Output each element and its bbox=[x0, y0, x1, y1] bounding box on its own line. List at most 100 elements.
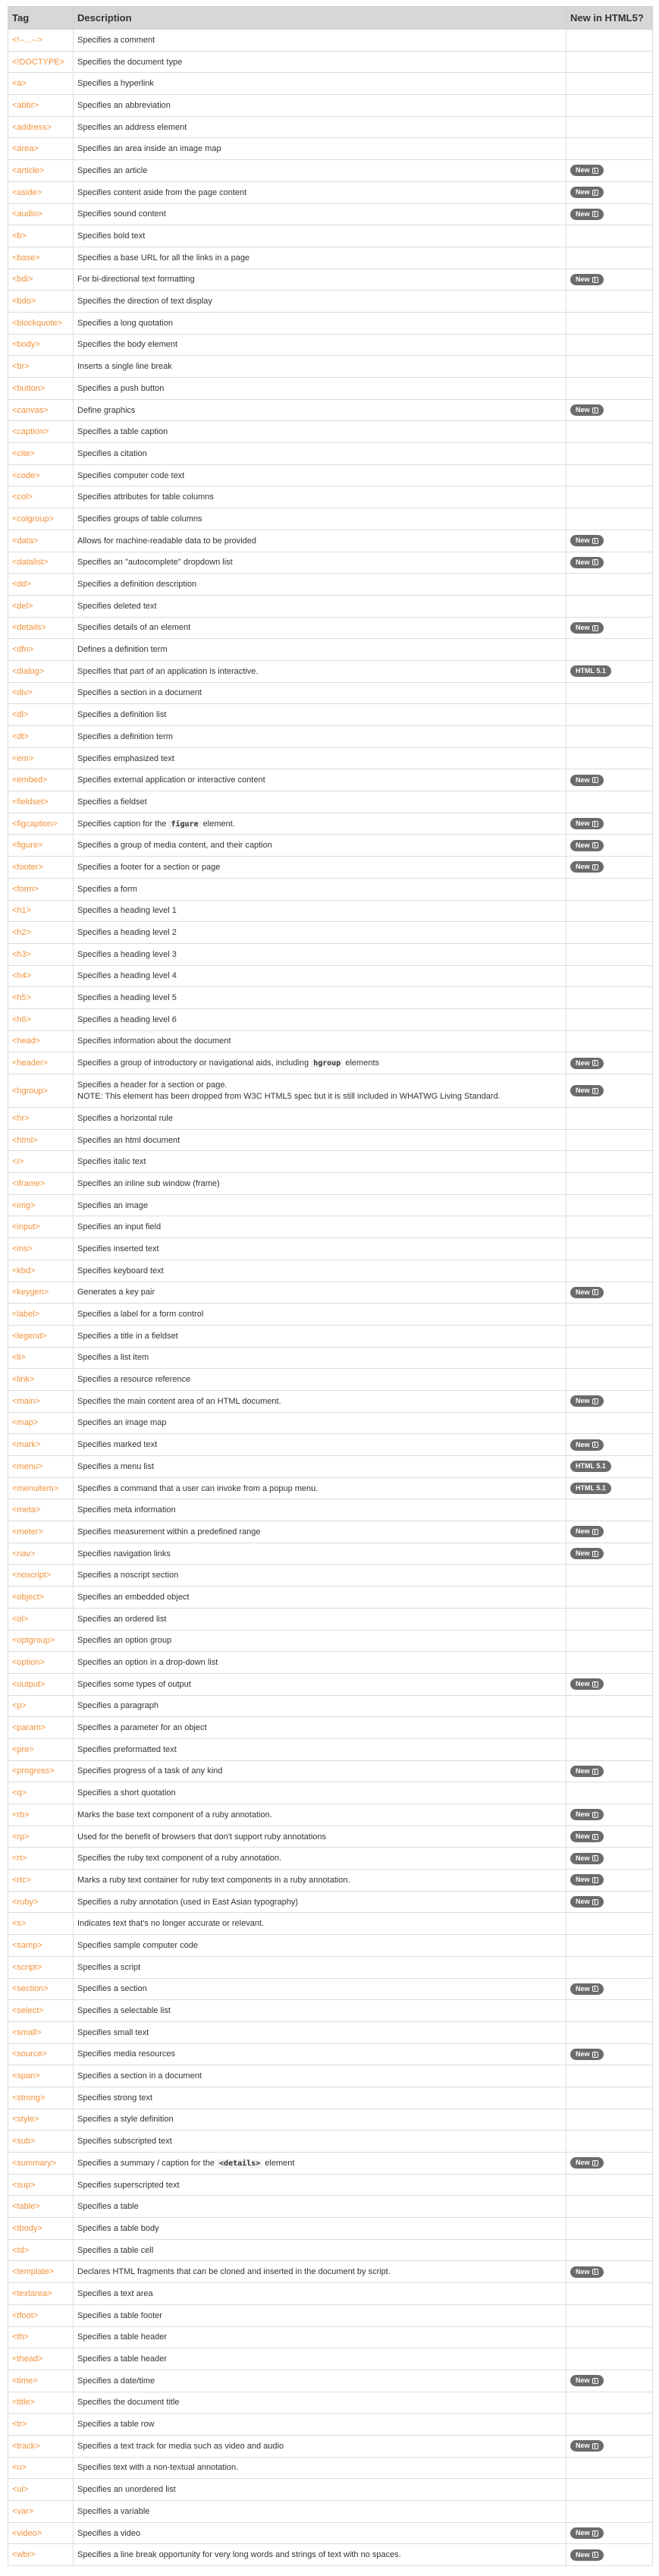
info-icon[interactable]: ℹ bbox=[592, 407, 598, 414]
info-icon[interactable]: ℹ bbox=[592, 864, 598, 871]
info-icon[interactable]: ℹ bbox=[592, 1289, 598, 1296]
tag-link[interactable]: <ul> bbox=[8, 2478, 74, 2501]
tag-link[interactable]: <ins> bbox=[8, 1238, 74, 1260]
info-icon[interactable]: ℹ bbox=[592, 1550, 598, 1557]
tag-link[interactable]: <dt> bbox=[8, 725, 74, 748]
tag-link[interactable]: <article> bbox=[8, 159, 74, 182]
tag-link[interactable]: <param> bbox=[8, 1716, 74, 1739]
tag-link[interactable]: <template> bbox=[8, 2260, 74, 2284]
tag-link[interactable]: <bdo> bbox=[8, 290, 74, 313]
info-icon[interactable]: ℹ bbox=[592, 1529, 598, 1536]
tag-link[interactable]: <caption> bbox=[8, 420, 74, 444]
tag-link[interactable]: <sub> bbox=[8, 2130, 74, 2153]
info-icon[interactable]: ℹ bbox=[592, 1681, 598, 1687]
info-icon[interactable]: ℹ bbox=[592, 1986, 598, 1993]
info-icon[interactable]: ℹ bbox=[592, 189, 598, 196]
tag-link[interactable]: <output> bbox=[8, 1672, 74, 1696]
tag-link[interactable]: <progress> bbox=[8, 1760, 74, 1783]
tag-link[interactable]: <tbody> bbox=[8, 2217, 74, 2240]
tag-link[interactable]: <figcaption> bbox=[8, 812, 74, 835]
info-icon[interactable]: ℹ bbox=[592, 2552, 598, 2559]
info-icon[interactable]: ℹ bbox=[592, 1877, 598, 1884]
tag-link[interactable]: <dialog> bbox=[8, 659, 74, 683]
tag-link[interactable]: <q> bbox=[8, 1782, 74, 1804]
tag-link[interactable]: <audio> bbox=[8, 203, 74, 226]
tag-link[interactable]: <mark> bbox=[8, 1433, 74, 1456]
tag-link[interactable]: <figure> bbox=[8, 834, 74, 857]
tag-link[interactable]: <datalist> bbox=[8, 551, 74, 574]
info-icon[interactable]: ℹ bbox=[592, 2159, 598, 2166]
tag-link[interactable]: <option> bbox=[8, 1651, 74, 1674]
info-icon[interactable]: ℹ bbox=[592, 1087, 598, 1094]
tag-link[interactable]: <em> bbox=[8, 747, 74, 770]
tag-link[interactable]: <meta> bbox=[8, 1499, 74, 1522]
tag-link[interactable]: <aside> bbox=[8, 181, 74, 204]
tag-link[interactable]: <s> bbox=[8, 1912, 74, 1936]
tag-link[interactable]: <link> bbox=[8, 1368, 74, 1391]
tag-link[interactable]: <h4> bbox=[8, 964, 74, 988]
tag-link[interactable]: <colgroup> bbox=[8, 508, 74, 530]
tag-link[interactable]: <ol> bbox=[8, 1607, 74, 1631]
tag-link[interactable]: <th> bbox=[8, 2326, 74, 2349]
info-icon[interactable]: ℹ bbox=[592, 1833, 598, 1840]
tag-link[interactable]: <base> bbox=[8, 246, 74, 269]
info-icon[interactable]: ℹ bbox=[592, 2530, 598, 2537]
tag-link[interactable]: <rp> bbox=[8, 1825, 74, 1848]
tag-link[interactable]: <dl> bbox=[8, 703, 74, 726]
tag-link[interactable]: <header> bbox=[8, 1052, 74, 1074]
tag-link[interactable]: <bdi> bbox=[8, 268, 74, 291]
tag-link[interactable]: <form> bbox=[8, 877, 74, 901]
info-icon[interactable]: ℹ bbox=[592, 559, 598, 566]
tag-link[interactable]: <sup> bbox=[8, 2173, 74, 2197]
tag-link[interactable]: <cite> bbox=[8, 442, 74, 465]
info-icon[interactable]: ℹ bbox=[592, 2269, 598, 2276]
info-icon[interactable]: ℹ bbox=[592, 168, 598, 175]
info-icon[interactable]: ℹ bbox=[592, 2442, 598, 2449]
tag-link[interactable]: <strong> bbox=[8, 2086, 74, 2109]
tag-link[interactable]: <kbd> bbox=[8, 1259, 74, 1282]
tag-link[interactable]: <thead> bbox=[8, 2348, 74, 2370]
info-icon[interactable]: ℹ bbox=[592, 624, 598, 631]
info-icon[interactable]: ℹ bbox=[592, 211, 598, 218]
tag-link[interactable]: <rb> bbox=[8, 1804, 74, 1826]
tag-link[interactable]: <a> bbox=[8, 72, 74, 96]
tag-link[interactable]: <head> bbox=[8, 1030, 74, 1053]
tag-link[interactable]: <!--...--> bbox=[8, 29, 74, 52]
tag-link[interactable]: <!DOCTYPE> bbox=[8, 50, 74, 74]
tag-link[interactable]: <main> bbox=[8, 1389, 74, 1413]
tag-link[interactable]: <nav> bbox=[8, 1542, 74, 1565]
tag-link[interactable]: <map> bbox=[8, 1411, 74, 1435]
tag-link[interactable]: <img> bbox=[8, 1194, 74, 1217]
tag-link[interactable]: <noscript> bbox=[8, 1564, 74, 1587]
tag-link[interactable]: <ruby> bbox=[8, 1890, 74, 1914]
tag-link[interactable]: <hgroup> bbox=[8, 1074, 74, 1108]
tag-link[interactable]: <input> bbox=[8, 1216, 74, 1239]
tag-link[interactable]: <legend> bbox=[8, 1324, 74, 1348]
tag-link[interactable]: <pre> bbox=[8, 1738, 74, 1761]
tag-link[interactable]: <div> bbox=[8, 681, 74, 705]
tag-link[interactable]: <rt> bbox=[8, 1847, 74, 1870]
tag-link[interactable]: <style> bbox=[8, 2108, 74, 2131]
tag-link[interactable]: <p> bbox=[8, 1694, 74, 1718]
tag-link[interactable]: <i> bbox=[8, 1150, 74, 1174]
tag-link[interactable]: <tr> bbox=[8, 2413, 74, 2436]
tag-link[interactable]: <title> bbox=[8, 2391, 74, 2414]
info-icon[interactable]: ℹ bbox=[592, 1898, 598, 1905]
tag-link[interactable]: <source> bbox=[8, 2043, 74, 2066]
tag-link[interactable]: <section> bbox=[8, 1977, 74, 2001]
tag-link[interactable]: <embed> bbox=[8, 769, 74, 792]
tag-link[interactable]: <video> bbox=[8, 2521, 74, 2545]
info-icon[interactable]: ℹ bbox=[592, 537, 598, 544]
tag-link[interactable]: <body> bbox=[8, 333, 74, 357]
tag-link[interactable]: <details> bbox=[8, 616, 74, 640]
tag-link[interactable]: <time> bbox=[8, 2369, 74, 2392]
tag-link[interactable]: <samp> bbox=[8, 1934, 74, 1957]
info-icon[interactable]: ℹ bbox=[592, 2051, 598, 2058]
tag-link[interactable]: <data> bbox=[8, 529, 74, 552]
tag-link[interactable]: <h5> bbox=[8, 986, 74, 1009]
tag-link[interactable]: <menu> bbox=[8, 1455, 74, 1478]
tag-link[interactable]: <wbr> bbox=[8, 2543, 74, 2567]
tag-link[interactable]: <rtc> bbox=[8, 1869, 74, 1892]
tag-link[interactable]: <abbr> bbox=[8, 94, 74, 117]
info-icon[interactable]: ℹ bbox=[592, 842, 598, 849]
